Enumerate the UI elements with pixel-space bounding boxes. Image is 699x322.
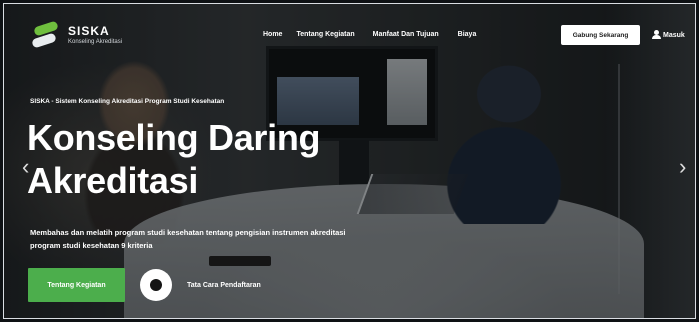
hero-headline: Konseling Daring Akreditasi: [27, 116, 321, 202]
brand-logo[interactable]: SISKA Konseling Akreditasi: [30, 20, 122, 49]
hero-description: Membahas dan melatih program studi keseh…: [30, 228, 346, 250]
user-icon: [652, 30, 661, 40]
logo-stripe-white: [31, 32, 57, 49]
brand-name: SISKA: [68, 24, 110, 38]
main-nav: Home Tentang Kegiatan Manfaat Dan Tujuan…: [263, 31, 493, 38]
headline-line-1: Konseling Daring: [27, 117, 321, 158]
login-link[interactable]: Masuk: [652, 30, 685, 40]
registration-guide-link[interactable]: Tata Cara Pendaftaran: [187, 282, 261, 289]
join-now-button[interactable]: Gabung Sekarang: [561, 25, 640, 45]
play-video-button[interactable]: [140, 269, 172, 301]
hero-tagline: SISKA - Sistem Konseling Akreditasi Prog…: [30, 98, 225, 105]
brand-subtitle: Konseling Akreditasi: [68, 39, 123, 45]
headline-line-2: Akreditasi: [27, 160, 199, 201]
play-icon: [150, 279, 162, 291]
chevron-left-icon[interactable]: ‹: [22, 156, 29, 178]
siska-logo-icon: [30, 20, 62, 49]
brand-text: SISKA Konseling Akreditasi: [68, 25, 122, 45]
nav-item-tentang-kegiatan[interactable]: Tentang Kegiatan: [296, 31, 354, 38]
login-label: Masuk: [663, 31, 685, 39]
nav-item-manfaat-dan-tujuan[interactable]: Manfaat Dan Tujuan: [373, 31, 439, 38]
tentang-kegiatan-button[interactable]: Tentang Kegiatan: [28, 268, 125, 302]
nav-item-home[interactable]: Home: [263, 31, 282, 38]
chevron-right-icon[interactable]: ›: [679, 156, 686, 178]
nav-item-biaya[interactable]: Biaya: [458, 31, 477, 38]
